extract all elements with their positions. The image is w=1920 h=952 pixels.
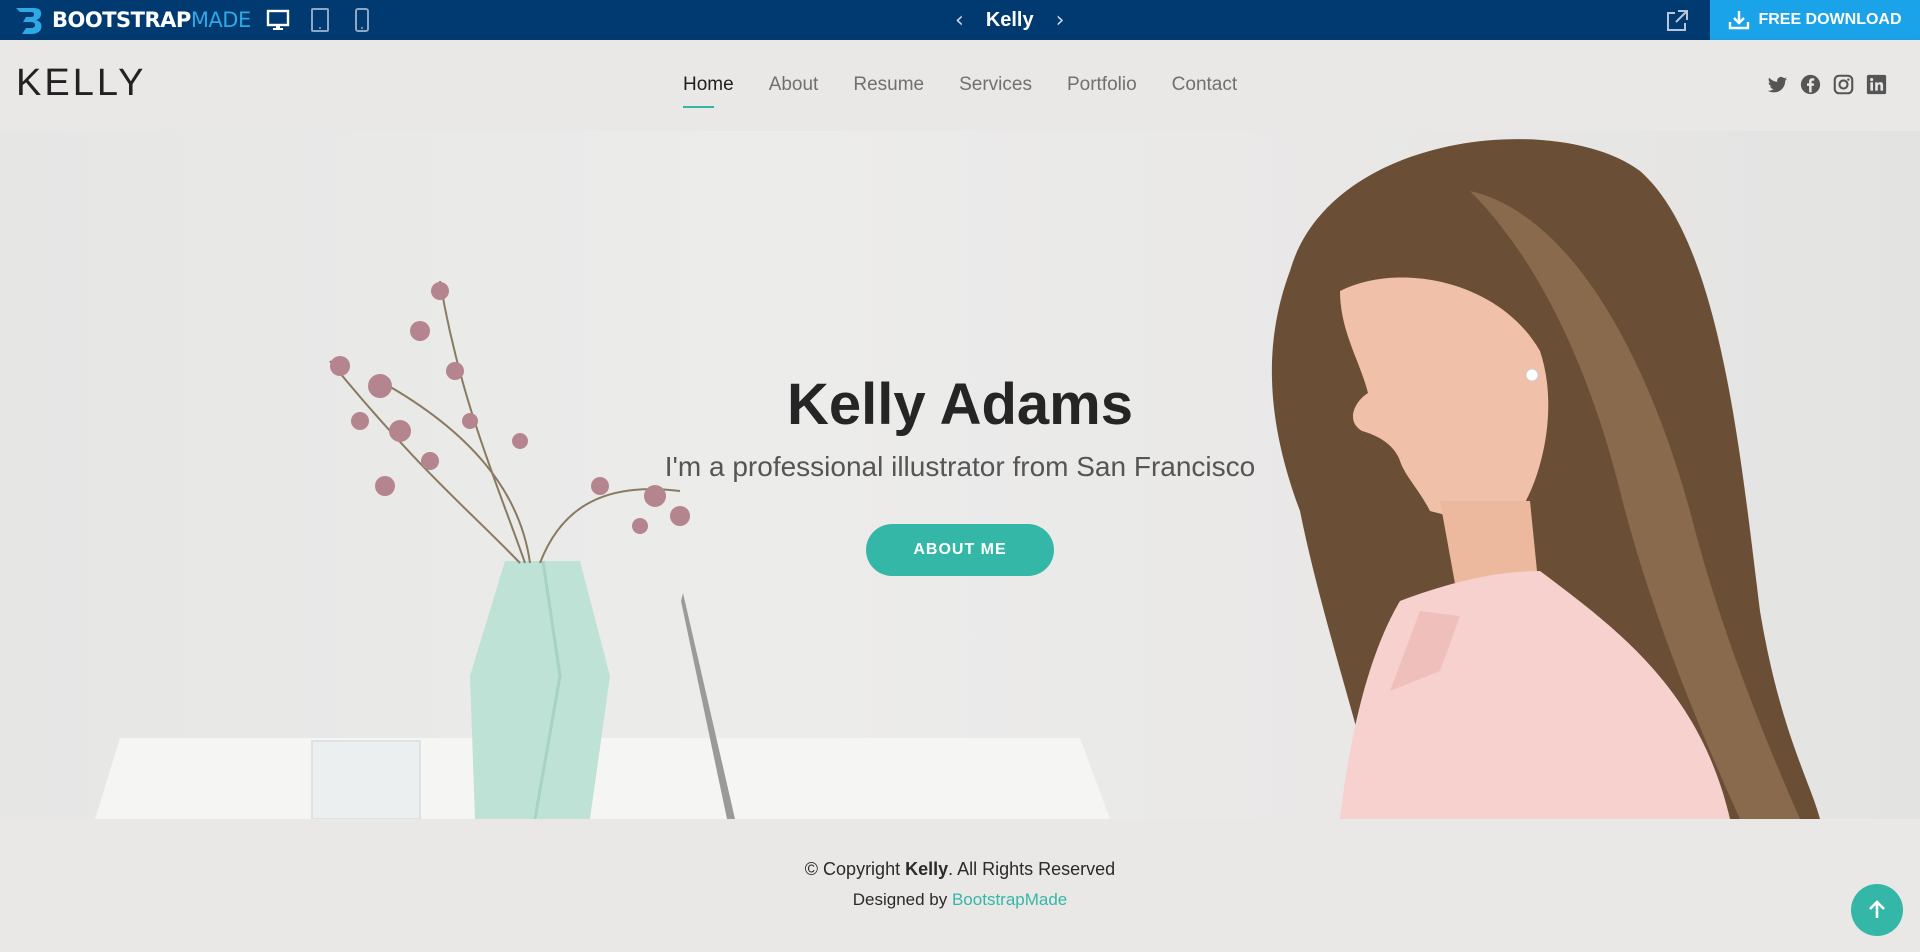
nav-portfolio[interactable]: Portfolio <box>1067 74 1137 96</box>
bootstrapmade-logo-icon <box>16 8 42 34</box>
desktop-icon[interactable] <box>266 6 290 34</box>
bootstrapmade-link[interactable]: BootstrapMade <box>952 890 1067 909</box>
back-to-top-button[interactable] <box>1851 884 1903 936</box>
prev-template-button[interactable]: ‹ <box>955 8 964 33</box>
hero-section: Kelly Adams I'm a professional illustrat… <box>0 131 1920 819</box>
nav-resume[interactable]: Resume <box>853 74 924 96</box>
mobile-icon[interactable] <box>350 6 374 34</box>
hero-title: Kelly Adams <box>787 372 1133 437</box>
tablet-icon[interactable] <box>308 6 332 34</box>
instagram-icon[interactable] <box>1833 74 1854 95</box>
site-header: KELLY Home About Resume Services Portfol… <box>0 40 1920 131</box>
download-icon <box>1729 11 1750 30</box>
social-links <box>1767 74 1887 95</box>
site-footer: © Copyright Kelly. All Rights Reserved D… <box>0 819 1920 952</box>
main-nav: Home About Resume Services Portfolio Con… <box>683 74 1237 108</box>
copyright-suffix: . All Rights Reserved <box>948 859 1116 879</box>
nav-home[interactable]: Home <box>683 74 734 108</box>
facebook-icon[interactable] <box>1800 74 1821 95</box>
brand-part2: MADE <box>190 8 251 32</box>
designed-by: Designed by BootstrapMade <box>0 890 1920 910</box>
designed-by-prefix: Designed by <box>852 890 952 909</box>
about-me-button[interactable]: ABOUT ME <box>866 524 1054 576</box>
brand-part1: BOOTSTRAP <box>52 8 191 32</box>
template-title: Kelly <box>985 8 1034 31</box>
arrow-up-icon <box>1869 900 1885 918</box>
copyright-prefix: © Copyright <box>804 859 906 879</box>
copyright-name: Kelly <box>905 859 949 879</box>
site-logo[interactable]: KELLY <box>16 62 146 105</box>
nav-services[interactable]: Services <box>959 74 1032 96</box>
next-template-button[interactable]: › <box>1056 8 1065 33</box>
linkedin-icon[interactable] <box>1866 74 1887 95</box>
bootstrapmade-wordmark: BOOTSTRAPMADE <box>52 8 251 32</box>
twitter-icon[interactable] <box>1767 74 1788 95</box>
nav-contact[interactable]: Contact <box>1172 74 1237 96</box>
copyright-text: © Copyright Kelly. All Rights Reserved <box>0 859 1920 880</box>
bootstrapmade-logo[interactable]: BOOTSTRAPMADE <box>14 5 251 35</box>
device-switcher <box>266 6 374 34</box>
template-switcher: ‹ Kelly › <box>955 0 1064 40</box>
nav-about[interactable]: About <box>769 74 819 96</box>
open-external-icon[interactable] <box>1664 8 1690 34</box>
preview-bar: BOOTSTRAPMADE ‹ Kelly › FREE DOWNLOAD <box>0 0 1920 40</box>
hero-subtitle: I'm a professional illustrator from San … <box>664 451 1256 482</box>
free-download-label: FREE DOWNLOAD <box>1758 11 1902 28</box>
free-download-button[interactable]: FREE DOWNLOAD <box>1710 0 1920 40</box>
